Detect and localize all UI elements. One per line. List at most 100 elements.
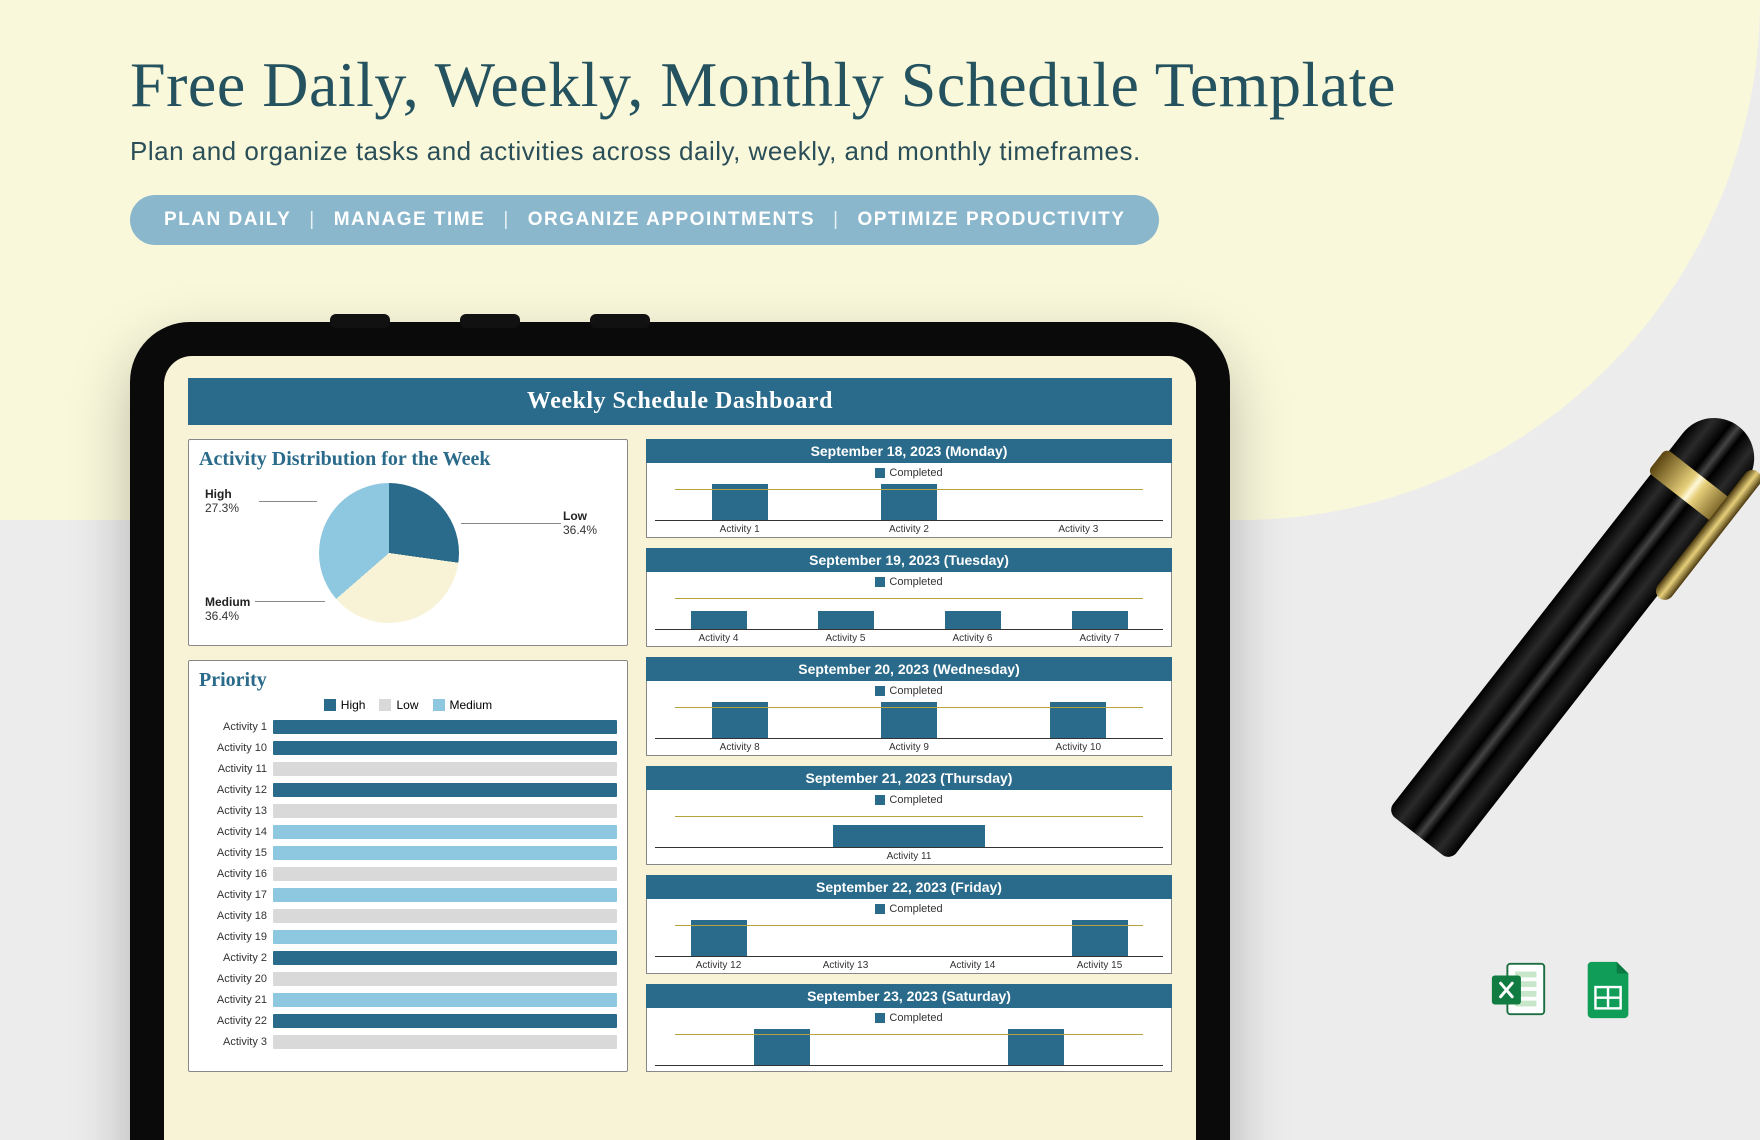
day-trend-line: [675, 598, 1142, 599]
priority-bar: [273, 720, 617, 734]
priority-row-label: Activity 15: [199, 847, 273, 859]
day-x-labels: Activity 4Activity 5Activity 6Activity 7: [655, 633, 1163, 644]
pill-separator: |: [833, 209, 839, 231]
priority-bar: [273, 1035, 617, 1049]
tablet-screen: Weekly Schedule Dashboard Activity Distr…: [164, 356, 1196, 1140]
pill-separator: |: [503, 209, 509, 231]
pie-leader: [255, 601, 325, 602]
day-bar-chart: [655, 1026, 1163, 1066]
priority-row: Activity 21: [199, 989, 617, 1010]
day-x-label: Activity 9: [824, 742, 993, 753]
priority-row-label: Activity 13: [199, 805, 273, 817]
priority-row: Activity 20: [199, 968, 617, 989]
day-x-label: Activity 5: [782, 633, 909, 644]
excel-icon: [1488, 958, 1550, 1020]
day-body: Completed Activity 4Activity 5Activity 6A…: [646, 572, 1172, 647]
day-legend: Completed: [655, 576, 1163, 588]
priority-row-label: Activity 19: [199, 931, 273, 943]
priority-row-label: Activity 14: [199, 826, 273, 838]
priority-row-label: Activity 1: [199, 721, 273, 733]
priority-row: Activity 12: [199, 779, 617, 800]
page-title: Free Daily, Weekly, Monthly Schedule Tem…: [130, 48, 1630, 122]
day-trend-line: [675, 816, 1142, 817]
day-block: September 20, 2023 (Wednesday)CompletedA…: [646, 657, 1172, 756]
priority-row-label: Activity 22: [199, 1015, 273, 1027]
priority-bar: [273, 846, 617, 860]
day-bar: [945, 611, 1001, 629]
pill-item: MANAGE TIME: [334, 209, 486, 231]
priority-row-label: Activity 16: [199, 868, 273, 880]
priority-row: Activity 11: [199, 758, 617, 779]
legend-medium: Medium: [450, 698, 493, 712]
day-title: September 23, 2023 (Saturday): [646, 984, 1172, 1008]
pie-leader: [461, 523, 561, 524]
day-legend: Completed: [655, 903, 1163, 915]
day-x-label: Activity 8: [655, 742, 824, 753]
priority-row-label: Activity 18: [199, 910, 273, 922]
day-bar-chart: [655, 808, 1163, 848]
tablet-device: Weekly Schedule Dashboard Activity Distr…: [130, 322, 1230, 1140]
priority-bar: [273, 783, 617, 797]
feature-pill: PLAN DAILY | MANAGE TIME | ORGANIZE APPO…: [130, 195, 1159, 245]
day-body: Completed: [646, 1008, 1172, 1072]
pill-item: OPTIMIZE PRODUCTIVITY: [858, 209, 1126, 231]
day-legend: Completed: [655, 685, 1163, 697]
priority-row-label: Activity 12: [199, 784, 273, 796]
day-x-label: Activity 12: [655, 960, 782, 971]
dashboard-title: Weekly Schedule Dashboard: [188, 378, 1172, 425]
legend-low: Low: [396, 698, 418, 712]
day-x-label: Activity 2: [824, 524, 993, 535]
pie-label-low: Low 36.4%: [563, 509, 597, 537]
day-x-label: Activity 4: [655, 633, 782, 644]
pie-label-high: High 27.3%: [205, 487, 239, 515]
day-trend-line: [675, 489, 1142, 490]
page-subtitle: Plan and organize tasks and activities a…: [130, 136, 1630, 167]
day-x-label: Activity 7: [1036, 633, 1163, 644]
day-trend-line: [675, 1034, 1142, 1035]
priority-card: Priority High Low Medium Activity 1Activ…: [188, 660, 628, 1072]
day-bar-chart: [655, 481, 1163, 521]
day-bar-chart: [655, 917, 1163, 957]
day-block: September 19, 2023 (Tuesday) Completed Act…: [646, 548, 1172, 647]
day-trend-line: [675, 707, 1142, 708]
priority-row: Activity 22: [199, 1010, 617, 1031]
pie-graphic: [319, 483, 459, 623]
day-x-label: Activity 3: [994, 524, 1163, 535]
day-x-labels: Activity 1Activity 2Activity 3: [655, 524, 1163, 535]
priority-bars: Activity 1 Activity 10Activity 11 Activity…: [199, 716, 617, 1052]
day-bar: [833, 825, 985, 847]
priority-row: Activity 18: [199, 905, 617, 926]
pill-item: ORGANIZE APPOINTMENTS: [528, 209, 815, 231]
day-bar: [691, 611, 747, 629]
day-x-labels: Activity 11: [655, 851, 1163, 862]
day-title: September 21, 2023 (Thursday): [646, 766, 1172, 790]
priority-row-label: Activity 21: [199, 994, 273, 1006]
activity-distribution-card: Activity Distribution for the Week High …: [188, 439, 628, 646]
priority-bar: [273, 993, 617, 1007]
day-x-label: Activity 14: [909, 960, 1036, 971]
day-x-labels: Activity 12Activity 13Activity 14Activit…: [655, 960, 1163, 971]
priority-bar: [273, 1014, 617, 1028]
day-x-label: Activity 1: [655, 524, 824, 535]
day-trend-line: [675, 925, 1142, 926]
day-body: CompletedActivity 1Activity 2Activity 3: [646, 463, 1172, 538]
priority-row: Activity 13: [199, 800, 617, 821]
priority-bar: [273, 888, 617, 902]
priority-bar: [273, 804, 617, 818]
tablet-button: [590, 314, 650, 328]
priority-row: Activity 10: [199, 737, 617, 758]
day-block: September 21, 2023 (Thursday)CompletedAc…: [646, 766, 1172, 865]
day-block: September 22, 2023 (Friday)CompletedActi…: [646, 875, 1172, 974]
day-x-labels: Activity 8Activity 9Activity 10: [655, 742, 1163, 753]
day-x-label: Activity 6: [909, 633, 1036, 644]
day-title: September 19, 2023 (Tuesday): [646, 548, 1172, 572]
day-block: September 23, 2023 (Saturday)Completed: [646, 984, 1172, 1072]
priority-row: Activity 2: [199, 947, 617, 968]
priority-row: Activity 14: [199, 821, 617, 842]
pie-label-medium: Medium 36.4%: [205, 595, 250, 623]
day-bar: [818, 611, 874, 629]
priority-row: Activity 17: [199, 884, 617, 905]
day-title: September 18, 2023 (Monday): [646, 439, 1172, 463]
priority-row: Activity 1: [199, 716, 617, 737]
day-x-label: Activity 11: [655, 851, 1163, 862]
